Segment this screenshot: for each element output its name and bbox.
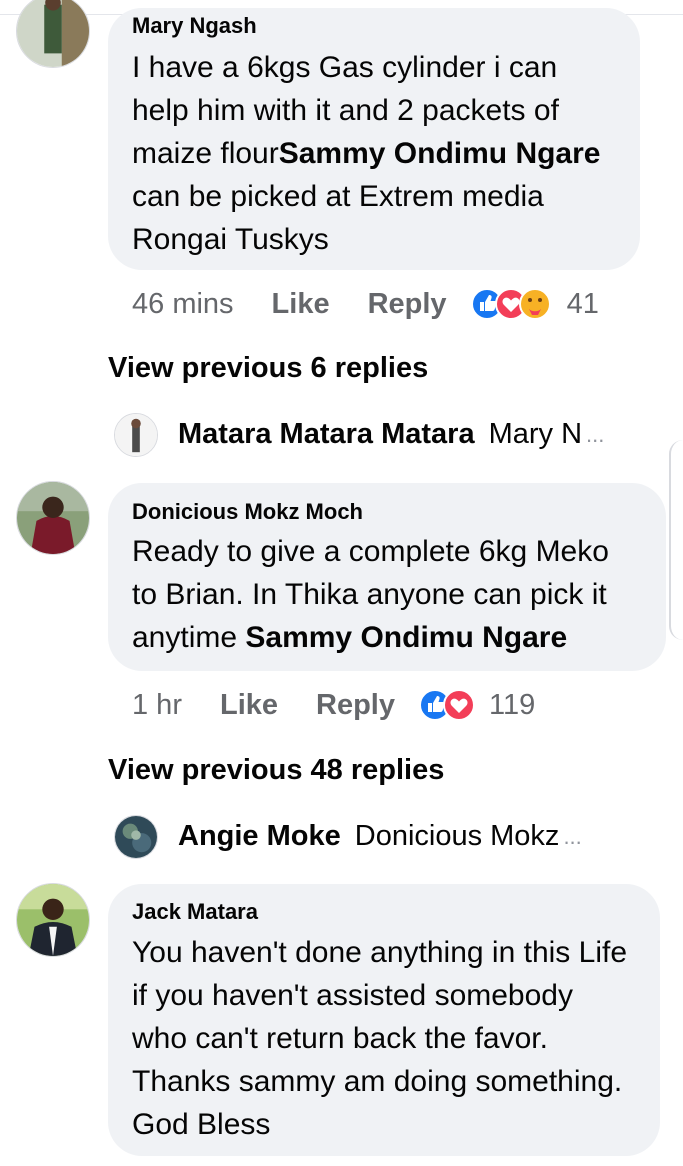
reply-ellipsis: ...: [586, 421, 605, 447]
avatar[interactable]: [16, 0, 90, 68]
reaction-summary[interactable]: 41: [470, 287, 599, 321]
reply-author[interactable]: Angie Moke: [178, 820, 341, 853]
avatar[interactable]: [16, 883, 90, 957]
comment-bubble[interactable]: Donicious Mokz Moch Ready to give a comp…: [108, 483, 666, 671]
profile-photo-icon: [115, 414, 157, 456]
comment-meta: 46 mins Like Reply 41: [132, 284, 599, 324]
comment-bubble[interactable]: Mary Ngash I have a 6kgs Gas cylinder i …: [108, 8, 640, 270]
profile-photo-icon: [17, 884, 89, 956]
comment-author[interactable]: Mary Ngash: [132, 14, 616, 38]
profile-photo-icon: [115, 816, 157, 858]
reply-preview[interactable]: Matara Matara Matara Mary N ...: [178, 418, 604, 451]
reply-avatar[interactable]: [114, 815, 158, 859]
view-previous-replies[interactable]: View previous 6 replies: [108, 352, 428, 385]
mention-link[interactable]: Sammy Ondimu Ngare: [279, 137, 601, 170]
comment-text: I have a 6kgs Gas cylinder i can help hi…: [132, 46, 616, 261]
comment-text: Ready to give a complete 6kg Meko to Bri…: [132, 530, 642, 659]
scrollbar[interactable]: [669, 440, 683, 640]
care-reaction-icon: [518, 288, 551, 320]
view-previous-replies[interactable]: View previous 48 replies: [108, 754, 444, 787]
profile-photo-icon: [17, 0, 89, 67]
reply-button[interactable]: Reply: [368, 288, 447, 321]
comment-text-tail: can be picked at Extrem media Rongai Tus…: [132, 180, 544, 256]
comment-time[interactable]: 46 mins: [132, 288, 234, 321]
like-button[interactable]: Like: [272, 288, 330, 321]
comment-meta: 1 hr Like Reply 119: [132, 685, 535, 725]
reaction-count: 119: [489, 688, 536, 721]
comment-author[interactable]: Donicious Mokz Moch: [132, 500, 642, 524]
profile-photo-icon: [17, 482, 89, 554]
reply-snippet: Mary N: [488, 418, 583, 450]
reaction-summary[interactable]: 119: [419, 688, 535, 722]
reply-ellipsis: ...: [563, 823, 582, 849]
like-button[interactable]: Like: [220, 689, 278, 722]
reply-preview[interactable]: Angie Moke Donicious Mokz ...: [178, 820, 582, 853]
mention-link[interactable]: Sammy Ondimu Ngare: [245, 621, 567, 654]
reply-avatar[interactable]: [114, 413, 158, 457]
avatar[interactable]: [16, 481, 90, 555]
reply-author[interactable]: Matara Matara Matara: [178, 418, 475, 451]
comment-text: You haven't done anything in this Life i…: [132, 931, 636, 1146]
love-reaction-icon: [443, 689, 475, 721]
comment-time[interactable]: 1 hr: [132, 689, 182, 722]
reply-snippet: Donicious Mokz: [354, 820, 560, 852]
reply-button[interactable]: Reply: [316, 689, 395, 722]
comment-text-body: You haven't done anything in this Life i…: [132, 936, 627, 1141]
comment-bubble[interactable]: Jack Matara You haven't done anything in…: [108, 884, 660, 1156]
reaction-count: 41: [566, 287, 599, 320]
comment-author[interactable]: Jack Matara: [132, 900, 636, 924]
